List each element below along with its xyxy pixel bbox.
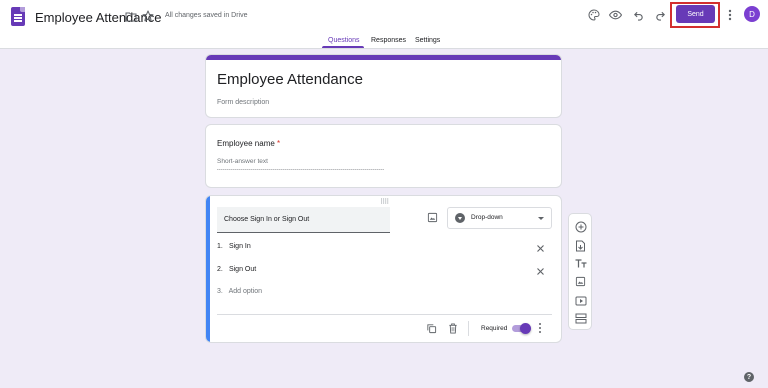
question-toolbar <box>568 213 592 330</box>
star-icon[interactable] <box>141 9 155 23</box>
question-card[interactable]: Employee name * Short-answer text <box>205 124 562 188</box>
option-label[interactable]: Sign In <box>229 243 251 250</box>
delete-icon[interactable] <box>447 322 459 334</box>
option-number: 3. <box>217 288 223 295</box>
question-title-input[interactable]: Choose Sign In or Sign Out <box>217 207 390 233</box>
tab-questions[interactable]: Questions <box>328 37 360 44</box>
option-number: 2. <box>217 266 223 273</box>
preview-eye-icon[interactable] <box>608 8 622 22</box>
remove-option-icon[interactable] <box>535 243 545 253</box>
more-vert-icon[interactable] <box>725 8 735 22</box>
option-number: 1. <box>217 243 223 250</box>
form-description-input[interactable]: Form description <box>217 99 269 106</box>
option-item[interactable]: 2. Sign Out <box>217 266 256 273</box>
form-title-card[interactable]: Employee Attendance Form description <box>205 54 562 118</box>
required-toggle[interactable] <box>512 323 531 334</box>
add-option[interactable]: 3. Add option <box>217 288 262 295</box>
more-options-icon[interactable] <box>536 322 544 334</box>
add-title-icon[interactable] <box>574 257 587 270</box>
card-footer-divider <box>217 314 552 315</box>
send-button[interactable]: Send <box>676 5 715 23</box>
app-header: Employee Attendance All changes saved in… <box>0 0 768 48</box>
add-option-label[interactable]: Add option <box>229 288 262 295</box>
short-answer-underline <box>217 169 384 170</box>
add-image-icon[interactable] <box>425 210 439 224</box>
header-divider <box>0 48 768 49</box>
question-label: Employee name * <box>217 139 280 148</box>
footer-separator <box>468 321 469 336</box>
tab-settings[interactable]: Settings <box>415 37 440 44</box>
active-question-card[interactable]: ⠿⠿ Choose Sign In or Sign Out Drop-down … <box>205 195 562 343</box>
help-icon[interactable]: ? <box>744 372 754 382</box>
add-question-icon[interactable] <box>574 220 587 233</box>
save-status: All changes saved in Drive <box>165 12 248 19</box>
redo-icon[interactable] <box>653 8 667 22</box>
add-video-icon[interactable] <box>574 294 587 307</box>
required-asterisk: * <box>277 139 281 148</box>
dropdown-type-icon <box>455 213 465 223</box>
question-type-label: Drop-down <box>471 214 503 221</box>
chevron-down-icon <box>538 217 544 220</box>
title-card-accent-bar <box>206 55 561 60</box>
short-answer-placeholder: Short-answer text <box>217 158 268 165</box>
forms-logo-icon[interactable] <box>11 7 25 26</box>
form-title[interactable]: Employee Attendance <box>217 71 363 88</box>
option-label[interactable]: Sign Out <box>229 266 256 273</box>
avatar[interactable]: D <box>744 6 760 22</box>
import-questions-icon[interactable] <box>574 239 587 252</box>
add-image-icon[interactable] <box>574 275 587 288</box>
option-item[interactable]: 1. Sign In <box>217 243 251 250</box>
required-label: Required <box>481 325 508 332</box>
add-section-icon[interactable] <box>574 312 587 325</box>
active-question-indicator <box>206 196 210 342</box>
folder-icon[interactable] <box>124 10 137 23</box>
undo-icon[interactable] <box>631 8 645 22</box>
question-title: Employee name <box>217 139 275 148</box>
toggle-knob <box>520 323 531 334</box>
drag-handle-icon[interactable]: ⠿⠿ <box>380 198 389 206</box>
duplicate-icon[interactable] <box>425 322 437 334</box>
tab-responses[interactable]: Responses <box>371 37 406 44</box>
palette-icon[interactable] <box>587 8 601 22</box>
remove-option-icon[interactable] <box>535 266 545 276</box>
question-type-dropdown[interactable]: Drop-down <box>447 207 552 229</box>
